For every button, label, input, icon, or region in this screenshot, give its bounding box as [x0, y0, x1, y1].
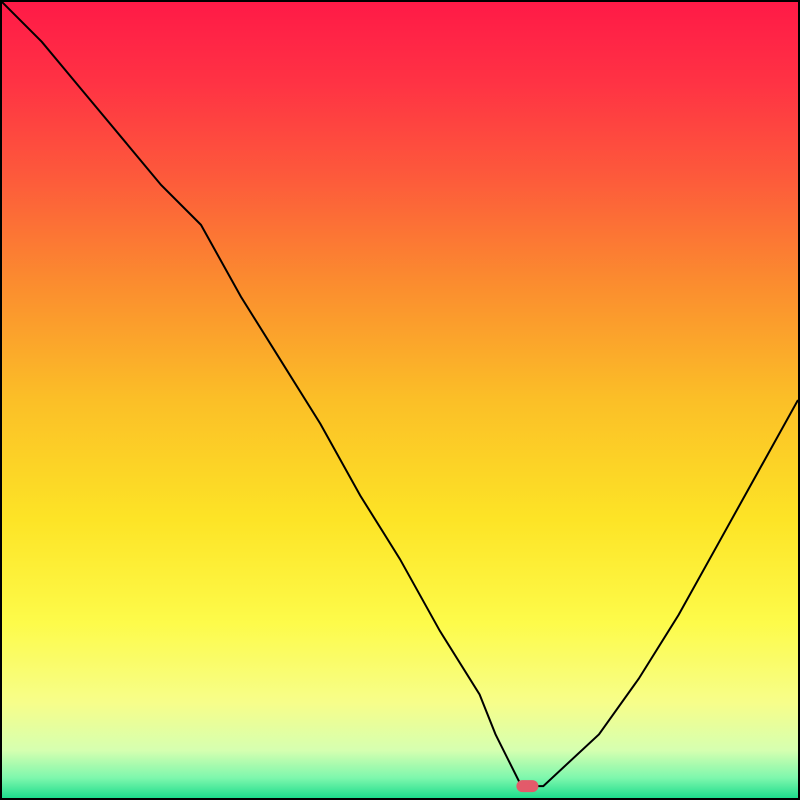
chart-container: TheBottleneck.com: [0, 0, 800, 800]
gradient-background: [2, 2, 798, 798]
bottleneck-plot: [2, 2, 798, 798]
minimum-marker: [516, 780, 538, 792]
